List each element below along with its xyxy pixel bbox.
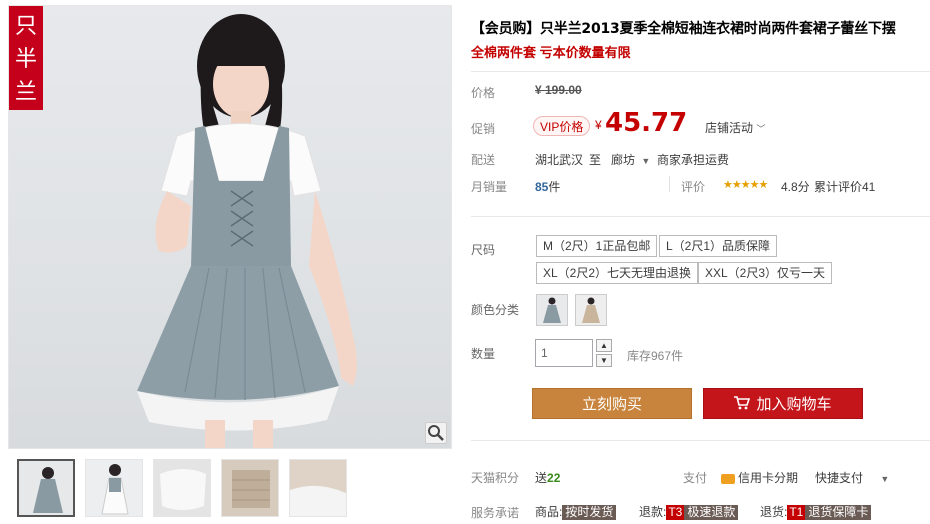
product-subtitle: 全棉两件套 亏本价数量有限 [471, 45, 631, 60]
main-product-image[interactable]: 只 半 兰 [8, 5, 452, 449]
divider [471, 440, 930, 441]
color-swatch-gray[interactable] [536, 294, 568, 326]
rating-score: 4.8分 [781, 180, 810, 194]
size-label: 尺码 [471, 243, 496, 257]
monthly-sales-label: 月销量 [471, 180, 508, 194]
shipping-destination: 廊坊 [611, 153, 636, 167]
price-label: 价格 [471, 86, 496, 100]
credit-card-icon [721, 473, 735, 484]
brand-logo: 只 半 兰 [9, 6, 43, 110]
shipping-label: 配送 [471, 153, 496, 167]
buy-now-button[interactable]: 立刻购买 [532, 388, 692, 419]
thumbnail-3[interactable] [153, 459, 211, 517]
service-item-label: 退款: [639, 505, 667, 519]
service-tag: 按时发货 [562, 505, 617, 520]
add-to-cart-label: 加入购物车 [756, 396, 832, 413]
model-photo [137, 14, 357, 448]
service-code-badge: T1 [787, 505, 806, 520]
vip-price-badge: VIP价格 [533, 116, 591, 136]
rating-label: 评价 [681, 180, 706, 194]
add-to-cart-button[interactable]: 加入购物车 [703, 388, 863, 419]
thumbnail-1[interactable] [17, 459, 75, 517]
monthly-sales-value: 85件 [535, 178, 560, 195]
service-item-label: 退货: [760, 505, 788, 519]
service-code-badge: T3 [666, 505, 685, 520]
size-option-xxl[interactable]: XXL（2尺3）仅亏一天 [698, 262, 833, 284]
service-item-refund[interactable]: 退款: T3 极速退款 [639, 503, 739, 520]
service-item-return[interactable]: 退货: T1 退货保障卡 [760, 503, 872, 520]
current-price: 45.77 [605, 108, 688, 138]
service-item-label: 商品: [535, 505, 563, 519]
chevron-down-icon: ﹀ [756, 124, 766, 134]
size-option-l[interactable]: L（2尺1）品质保障 [659, 235, 778, 257]
stock-count: 库存967件 [627, 349, 684, 363]
divider [669, 176, 670, 192]
monthly-sales-unit: 件 [548, 180, 561, 194]
zoom-icon[interactable] [425, 422, 447, 444]
divider [471, 71, 930, 72]
credit-installment[interactable]: 信用卡分期 [721, 469, 798, 486]
promo-label: 促销 [471, 122, 496, 136]
quantity-increase-button[interactable]: ▲ [596, 339, 612, 352]
caret-down-icon: ▼ [880, 474, 890, 484]
quick-pay-dropdown[interactable]: 快捷支付 ▼ [815, 469, 889, 486]
credit-installment-label: 信用卡分期 [738, 471, 799, 485]
quantity-input[interactable] [535, 339, 593, 367]
service-item-delivery[interactable]: 商品: 按时发货 [535, 503, 617, 520]
size-option-xl[interactable]: XL（2尺2）七天无理由退换 [536, 262, 699, 284]
product-title: 【会员购】只半兰2013夏季全棉短袖连衣裙时尚两件套裙子蕾丝下摆 [471, 21, 896, 37]
cart-icon [734, 390, 751, 421]
payment-label: 支付 [683, 471, 708, 485]
service-label: 服务承诺 [471, 506, 520, 520]
original-price: ¥ 199.00 [535, 83, 582, 97]
shipping-from: 湖北武汉 [535, 153, 584, 167]
service-tag: 极速退款 [684, 505, 739, 520]
divider [471, 216, 930, 217]
thumbnail-2[interactable] [85, 459, 143, 517]
points-give: 送 [535, 471, 548, 485]
quantity-decrease-button[interactable]: ▼ [596, 354, 612, 367]
size-option-m[interactable]: M（2尺）1正品包邮 [536, 235, 658, 257]
store-event-dropdown[interactable]: 店铺活动 ﹀ [705, 119, 765, 136]
price-currency: ¥ [595, 118, 602, 132]
thumbnail-4[interactable] [221, 459, 279, 517]
caret-down-icon: ▼ [641, 156, 651, 166]
rating-stars: ★★★★★ [723, 179, 768, 191]
monthly-sales-count: 85 [535, 180, 549, 194]
service-tag: 退货保障卡 [805, 505, 872, 520]
tmall-points-label: 天猫积分 [471, 471, 520, 485]
quantity-label: 数量 [471, 347, 496, 361]
thumbnail-5[interactable] [289, 459, 347, 517]
shipping-destination-select[interactable]: 廊坊 ▼ [611, 151, 650, 168]
shipping-fee: 商家承担运费 [657, 153, 730, 167]
color-swatch-khaki[interactable] [575, 294, 607, 326]
shipping-to-word: 至 [589, 153, 602, 167]
quick-pay-label: 快捷支付 [815, 471, 864, 485]
store-event-label: 店铺活动 [705, 121, 754, 135]
points-amount: 22 [547, 471, 561, 485]
tmall-points-value: 送22 [535, 469, 560, 486]
total-reviews-link[interactable]: 累计评价41 [814, 178, 875, 195]
color-label: 颜色分类 [471, 303, 520, 317]
